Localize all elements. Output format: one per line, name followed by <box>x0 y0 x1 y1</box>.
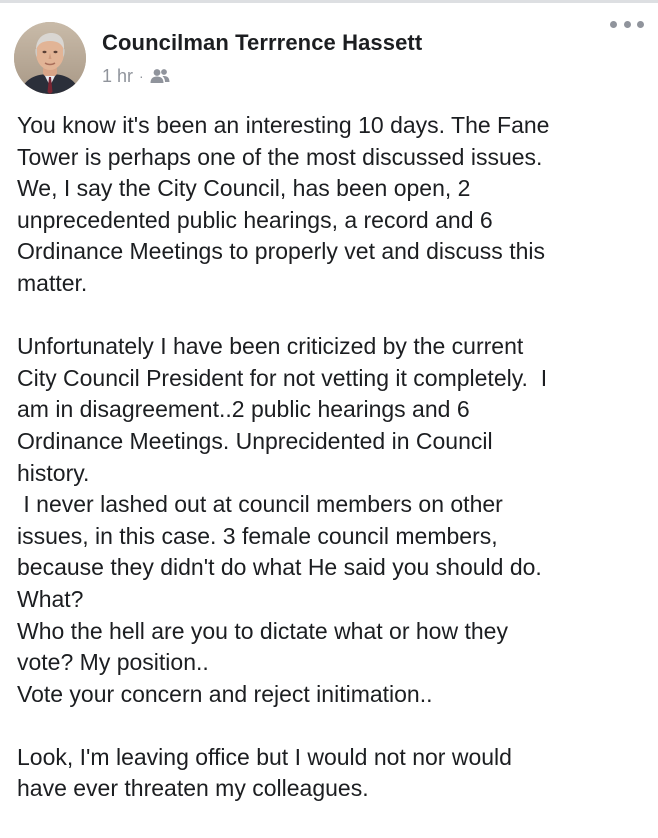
post-line: Tower is perhaps one of the most discuss… <box>17 143 543 170</box>
post-line: matter. <box>17 269 88 296</box>
facebook-post: Councilman Terrrence Hassett 1 hr · You … <box>0 0 658 838</box>
post-line: Look, I'm leaving office but I would not… <box>17 743 512 770</box>
avatar[interactable] <box>14 22 86 94</box>
post-line: because they didn't do what He said you … <box>17 554 542 581</box>
post-line: Ordinance Meetings. Unprecidented in Cou… <box>17 427 493 454</box>
post-line: history. <box>17 459 90 486</box>
friends-icon[interactable] <box>150 68 170 84</box>
post-line: am in disagreement..2 public hearings an… <box>17 396 470 423</box>
post-body: You know it's been an interesting 10 day… <box>17 110 647 805</box>
post-line: Unfortunately I have been criticized by … <box>17 333 524 360</box>
post-header: Councilman Terrrence Hassett 1 hr · <box>14 22 644 98</box>
meta-separator: · <box>139 68 144 84</box>
post-line: Who the hell are you to dictate what or … <box>17 617 508 644</box>
post-line: You know it's been an interesting 10 day… <box>17 112 550 138</box>
post-line: We, I say the City Council, has been ope… <box>17 175 471 202</box>
post-line: vote? My position.. <box>17 649 209 676</box>
more-options-icon[interactable] <box>610 14 644 34</box>
post-line: have ever threaten my colleagues. <box>17 775 369 802</box>
author-name[interactable]: Councilman Terrrence Hassett <box>102 30 422 56</box>
post-line: unprecedented public hearings, a record … <box>17 206 493 233</box>
post-line: Ordinance Meetings to properly vet and d… <box>17 238 545 265</box>
profile-photo <box>14 22 86 94</box>
post-meta: 1 hr · <box>102 64 170 88</box>
post-line: Vote your concern and reject initimation… <box>17 680 433 707</box>
post-line: I never lashed out at council members on… <box>17 491 503 518</box>
post-line: City Council President for not vetting i… <box>17 364 548 391</box>
post-line: issues, in this case. 3 female council m… <box>17 522 498 549</box>
post-timestamp[interactable]: 1 hr <box>102 66 133 87</box>
post-line: What? <box>17 585 84 612</box>
